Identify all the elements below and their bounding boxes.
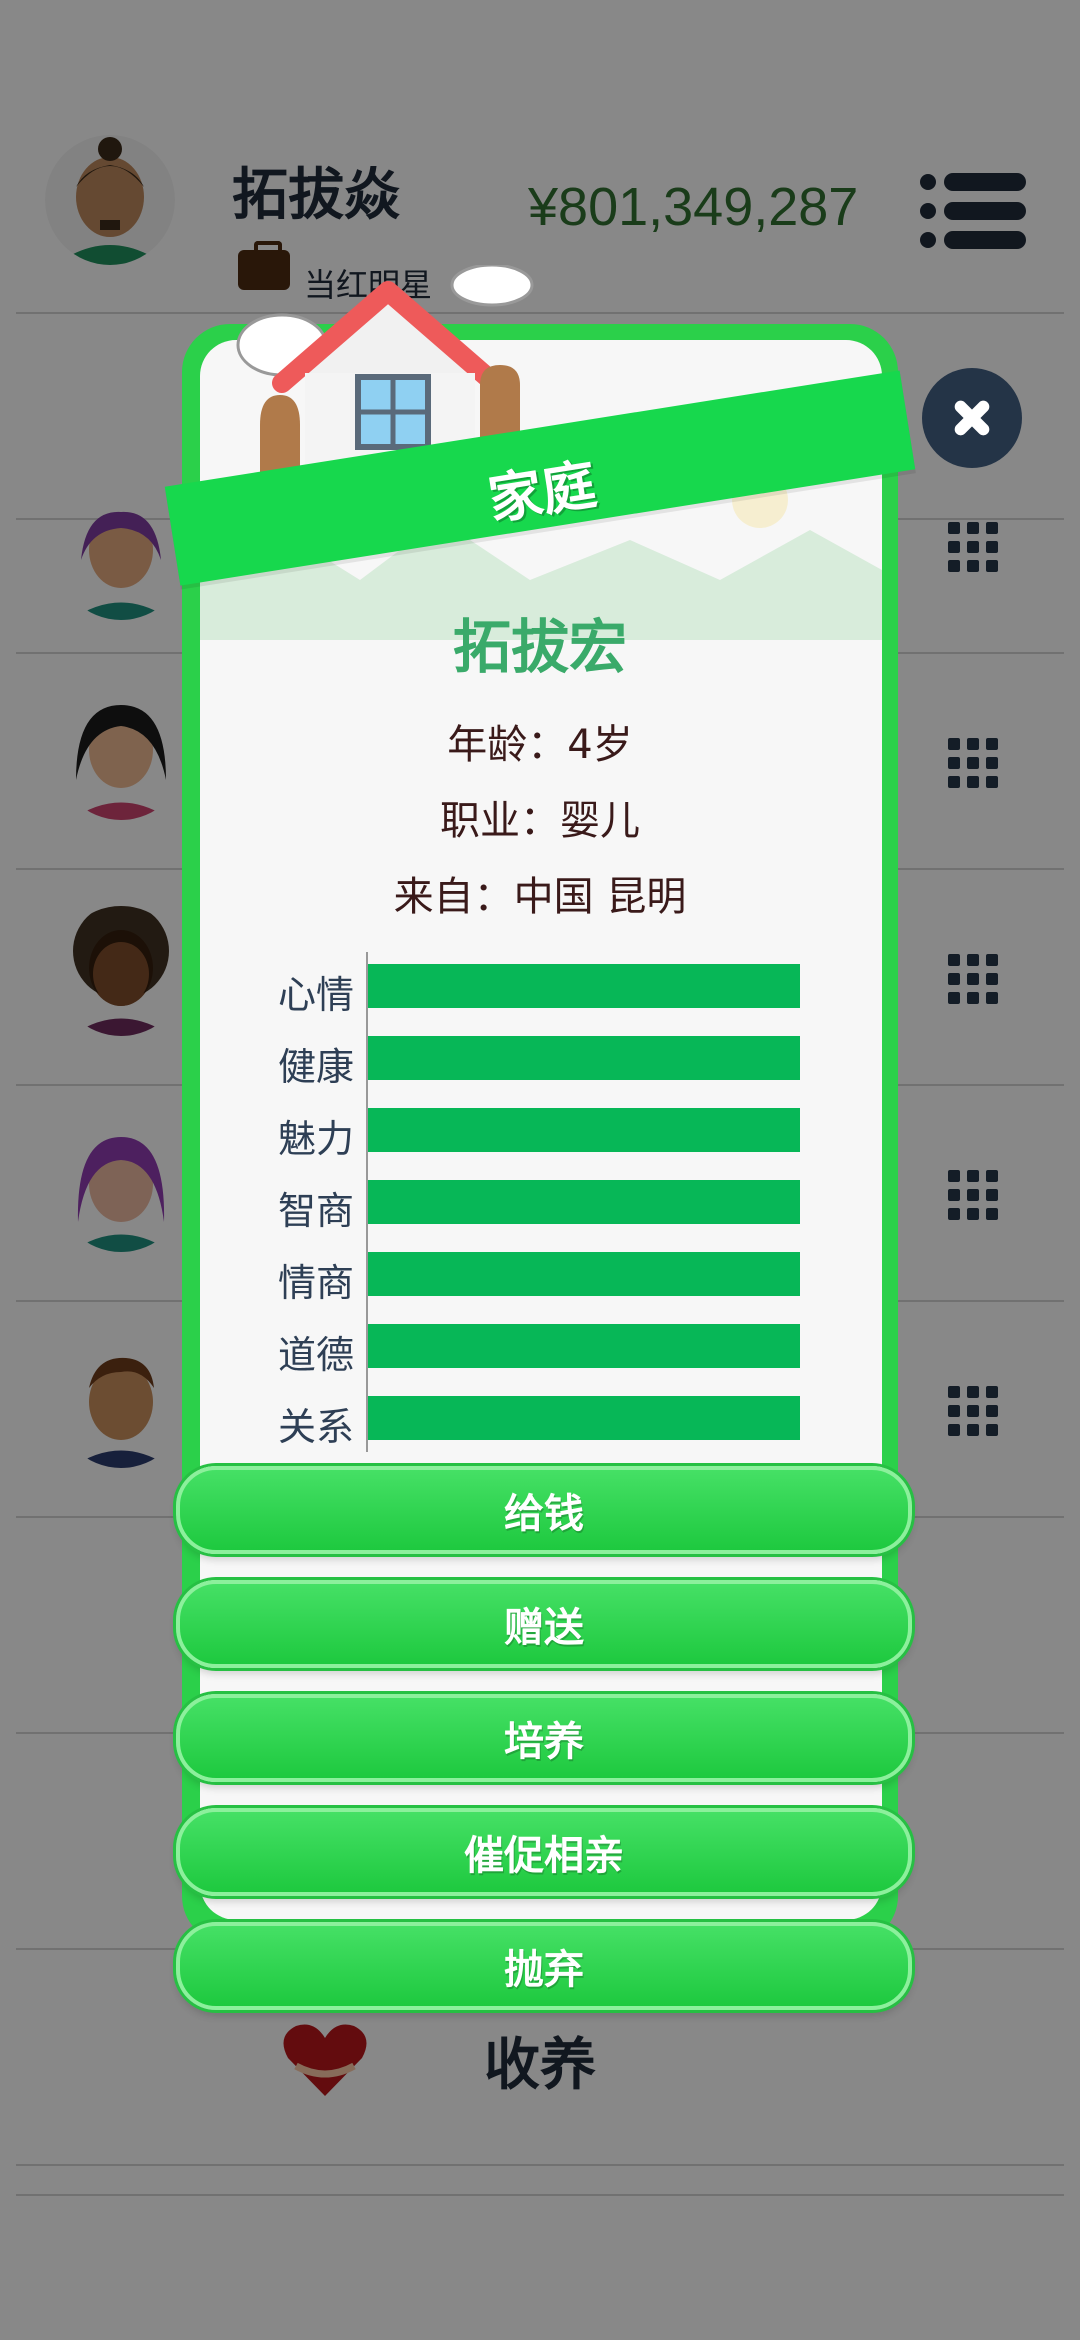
stat-label: 健康	[277, 1045, 354, 1089]
close-icon[interactable]	[922, 368, 1022, 468]
stat-bar	[368, 1180, 800, 1224]
action-button[interactable]: 培养	[176, 1694, 912, 1782]
stat-bar	[368, 1324, 800, 1368]
child-job: 职业：婴儿	[440, 798, 640, 844]
stat-bar	[368, 1036, 800, 1080]
child-name: 拓拔宏	[452, 613, 627, 681]
action-button[interactable]: 赠送	[176, 1580, 912, 1668]
stat-bar	[368, 1396, 800, 1440]
stat-label: 关系	[277, 1405, 354, 1449]
action-button[interactable]: 催促相亲	[176, 1808, 912, 1896]
stat-label: 情商	[277, 1261, 354, 1305]
stat-bar	[368, 1108, 800, 1152]
stat-label: 魅力	[277, 1117, 354, 1161]
stat-label: 心情	[277, 973, 354, 1017]
stat-label: 智商	[277, 1189, 354, 1233]
action-button[interactable]: 给钱	[176, 1466, 912, 1554]
child-origin: 来自：中国 昆明	[393, 874, 687, 920]
action-button[interactable]: 抛弃	[176, 1922, 912, 2010]
child-age: 年龄：4岁	[447, 722, 633, 768]
stat-bar	[368, 1252, 800, 1296]
stat-bar	[368, 964, 800, 1008]
stat-label: 道德	[277, 1333, 354, 1377]
